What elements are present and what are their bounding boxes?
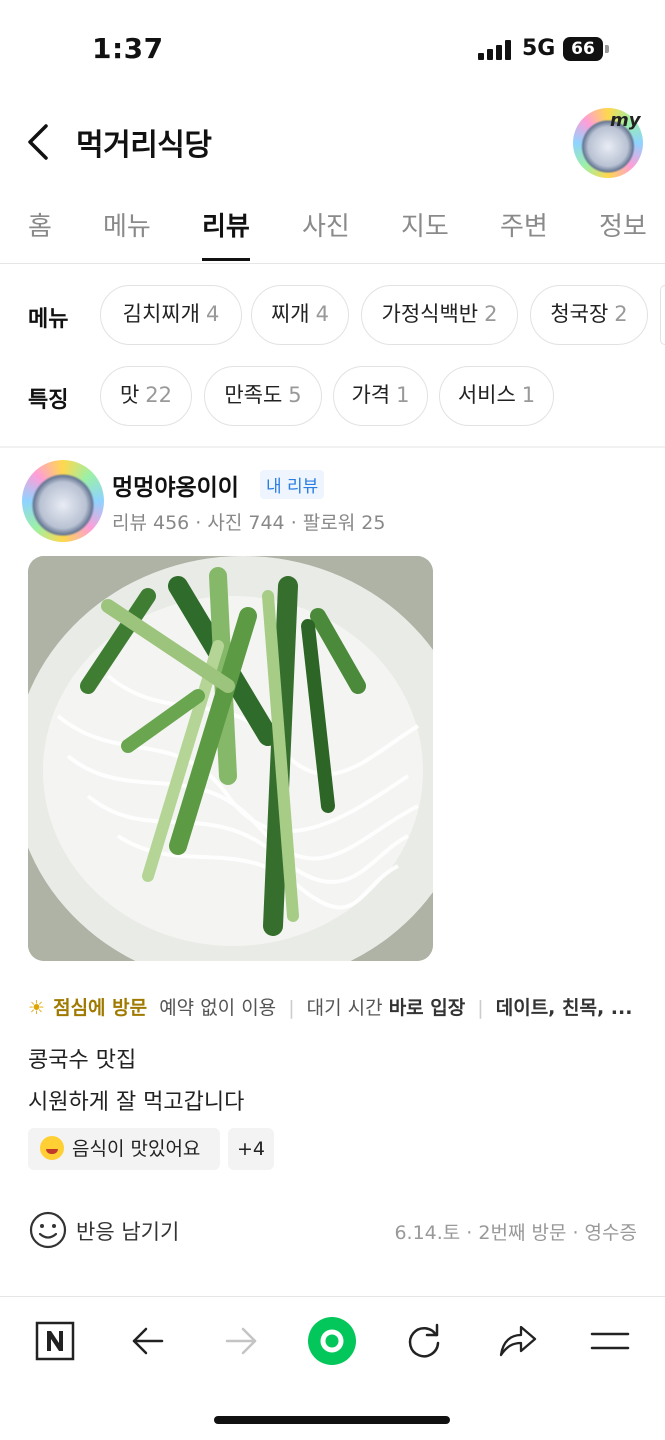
feature-filter-label: 특징	[28, 388, 69, 413]
chip-count: 4	[315, 302, 329, 326]
battery-tip	[605, 45, 609, 53]
reviewer-name[interactable]: 멍멍야옹이이	[112, 468, 239, 502]
tab-reviews[interactable]: 리뷰	[202, 206, 250, 243]
chip-name: 가격	[351, 383, 391, 407]
chip-name: 가정식백반	[381, 302, 479, 326]
signal-icon	[478, 40, 511, 60]
reviewer-stats: 리뷰 456 · 사진 744 · 팔로워 25	[112, 512, 386, 534]
avatar-my-badge: my	[610, 110, 641, 131]
menu-icon[interactable]	[588, 1319, 632, 1363]
chip-count: 1	[521, 383, 536, 407]
forward-arrow-icon	[225, 1327, 257, 1355]
chip-count: 4	[205, 302, 220, 326]
filter-chip-menu[interactable]: 찌개 4	[251, 285, 349, 345]
active-tab-indicator	[202, 258, 250, 261]
green-dot-icon[interactable]	[306, 1315, 358, 1367]
keyword-tag-label: 음식이 맛있어요	[72, 1138, 201, 1160]
review-text[interactable]: 콩국수 맛집 시원하게 잘 먹고갑니다	[28, 1040, 244, 1124]
review-text-line: 콩국수 맛집	[28, 1048, 137, 1073]
smile-reaction-icon[interactable]	[28, 1210, 68, 1250]
chip-count: 1	[396, 383, 410, 407]
status-time: 1:37	[92, 32, 164, 65]
header: 먹거리식당 my	[0, 100, 665, 185]
chip-count: 5	[288, 383, 302, 407]
menu-filter-label: 메뉴	[28, 307, 69, 332]
feature-filter-row: 특징 맛 22 만족도 5 가격 1 서비스 1	[0, 366, 665, 428]
review-text-line: 시원하게 잘 먹고갑니다	[28, 1090, 245, 1115]
back-chevron-icon[interactable]	[22, 122, 58, 162]
chip-count: 22	[145, 383, 173, 407]
reservation-info: 예약 없이 이용	[159, 997, 277, 1019]
chip-name: 청국장	[550, 302, 609, 326]
status-bar: 1:37 5G 66	[0, 0, 665, 100]
react-button-label[interactable]: 반응 남기기	[76, 1216, 179, 1246]
chip-name: 맛	[119, 383, 140, 407]
tab-map[interactable]: 지도	[401, 206, 449, 243]
filter-chip-feature[interactable]: 서비스 1	[439, 366, 554, 426]
visit-info: ☀ 점심에 방문 예약 없이 이용 | 대기 시간 바로 입장 | 데이트, 친…	[28, 993, 638, 1020]
chip-count: 2	[614, 302, 628, 326]
visit-meta: 6.14.토 · 2번째 방문 · 영수증	[394, 1222, 637, 1244]
my-review-badge: 내 리뷰	[260, 470, 325, 499]
wait-value: 바로 입장	[388, 997, 466, 1019]
share-icon[interactable]	[495, 1319, 539, 1363]
tab-info[interactable]: 정보	[599, 206, 647, 243]
filter-chip-feature[interactable]: 가격 1	[333, 366, 428, 426]
back-arrow-icon[interactable]	[126, 1319, 170, 1363]
tab-bar: 홈 메뉴 리뷰 사진 지도 주변 정보	[0, 192, 665, 264]
tab-home[interactable]: 홈	[28, 206, 52, 243]
filter-chip-feature[interactable]: 만족도 5	[204, 366, 322, 426]
keyword-tag[interactable]: 음식이 맛있어요	[28, 1128, 220, 1170]
wait-label: 대기 시간	[306, 997, 383, 1019]
refresh-icon[interactable]	[402, 1319, 446, 1363]
separator: |	[288, 997, 295, 1019]
filter-chip-menu[interactable]: 김치찌개 4	[100, 285, 242, 345]
section-divider	[0, 446, 665, 448]
sun-icon: ☀	[28, 997, 46, 1019]
filter-chip-overflow[interactable]	[660, 285, 665, 345]
chip-name: 만족도	[224, 383, 283, 407]
noodle-photo-illustration	[28, 556, 433, 961]
chip-name: 김치찌개	[122, 302, 200, 326]
more-tags-button[interactable]: +4	[228, 1128, 274, 1170]
smile-emoji-icon	[40, 1136, 64, 1160]
filter-chip-menu[interactable]: 가정식백반 2	[361, 285, 518, 345]
chip-name: 서비스	[457, 383, 516, 407]
page-title: 먹거리식당	[76, 128, 212, 163]
separator: |	[477, 997, 484, 1019]
review-photo[interactable]	[28, 556, 433, 961]
filter-chip-feature[interactable]: 맛 22	[100, 366, 192, 426]
tab-nearby[interactable]: 주변	[500, 206, 548, 243]
tab-photos[interactable]: 사진	[302, 206, 350, 243]
chip-count: 2	[484, 302, 498, 326]
home-indicator[interactable]	[214, 1416, 450, 1424]
chip-name: 찌개	[270, 302, 310, 326]
tab-menu[interactable]: 메뉴	[103, 206, 151, 243]
visit-time-label: 점심에 방문	[53, 997, 148, 1019]
naver-n-icon[interactable]	[33, 1319, 77, 1363]
network-label: 5G	[522, 36, 556, 61]
reviewer-avatar[interactable]	[22, 460, 104, 542]
menu-filter-row: 메뉴 김치찌개 4 찌개 4 가정식백반 2 청국장 2	[0, 285, 665, 347]
filter-chip-menu[interactable]: 청국장 2	[530, 285, 648, 345]
battery-icon: 66	[563, 37, 603, 61]
visit-purpose: 데이트, 친목, ...	[495, 997, 633, 1019]
